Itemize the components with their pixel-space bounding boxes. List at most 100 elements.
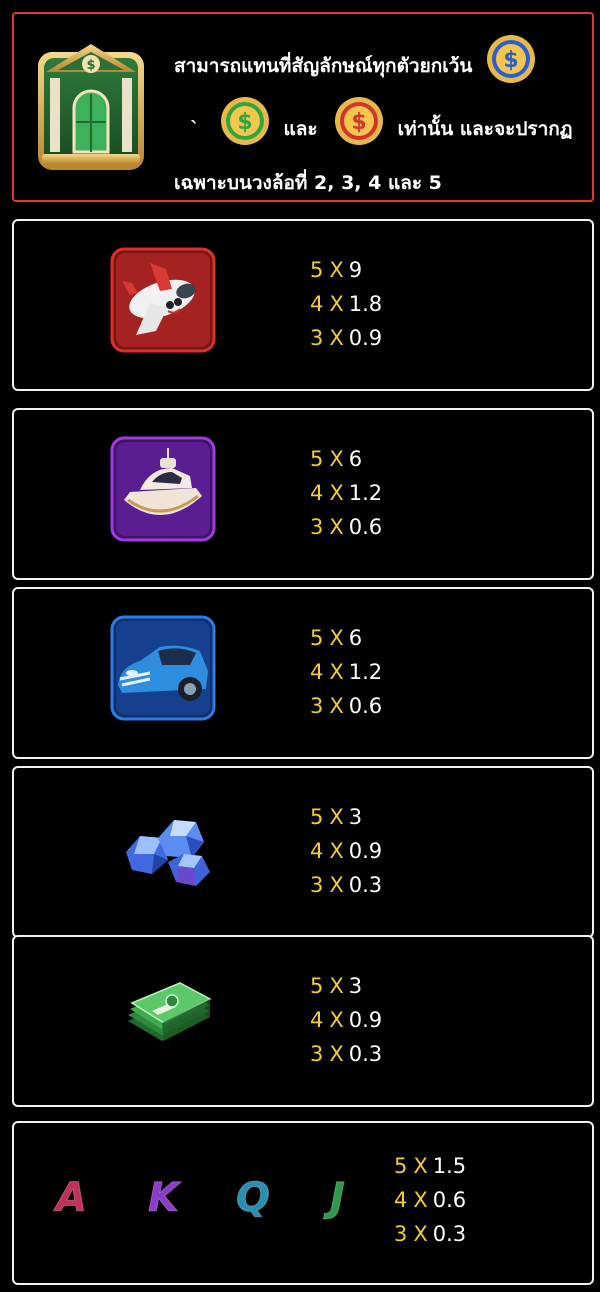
multiply-sign: X bbox=[329, 839, 344, 863]
payout-value: 0.3 bbox=[348, 873, 383, 897]
match-count: 5 bbox=[310, 447, 324, 471]
wild-symbol-panel: $ สามารถแทนที่สัญลักษณ์ทุกตัวยกเว้น $ ` … bbox=[12, 12, 594, 202]
payout-list: 5X6 4 X 1.2 3 X 0.6 bbox=[310, 621, 382, 723]
match-count: 3 bbox=[310, 326, 324, 350]
multiply-sign: X bbox=[413, 1188, 428, 1212]
match-count: 4 bbox=[310, 660, 324, 684]
multiply-sign: X bbox=[329, 1042, 344, 1066]
cash-stack-icon bbox=[128, 982, 212, 1041]
payout-row: 5X3 bbox=[310, 969, 382, 1003]
multiply-sign: X bbox=[329, 515, 344, 539]
blue-dollar-coin-icon: $ bbox=[487, 35, 536, 83]
payout-value: 0.6 bbox=[348, 515, 383, 539]
payout-value: 1.2 bbox=[348, 481, 383, 505]
match-count: 3 bbox=[310, 694, 324, 718]
svg-text:$: $ bbox=[351, 110, 366, 135]
letter-q-symbol: Q bbox=[235, 1175, 271, 1222]
payout-value: 0.9 bbox=[348, 326, 383, 350]
payout-row: 3 X 0.3 bbox=[310, 1037, 382, 1071]
svg-text:$: $ bbox=[504, 48, 519, 73]
paytable-row-sports-car: 5X6 4 X 1.2 3 X 0.6 bbox=[12, 587, 594, 759]
payout-value: 3 bbox=[348, 974, 363, 998]
wild-desc-line1: สามารถแทนที่สัญลักษณ์ทุกตัวยกเว้น bbox=[174, 54, 473, 77]
multiply-sign: X bbox=[329, 660, 344, 684]
payout-row: 5X6 bbox=[310, 621, 382, 655]
payout-row: 3 X 0.3 bbox=[394, 1217, 466, 1251]
wild-desc-line2-suffix: เท่านั้น และจะปรากฏ bbox=[397, 117, 573, 140]
paytable-row-diamonds: 5X3 4 X 0.9 3 X 0.3 bbox=[12, 766, 594, 938]
payout-row: 5X6 bbox=[310, 442, 382, 476]
payout-list: 5 X 1.5 4 X 0.6 3 X 0.3 bbox=[394, 1149, 466, 1251]
paytable-row-letters: A K Q J 5 X 1.5 4 X 0.6 3 X 0.3 bbox=[12, 1121, 594, 1285]
payout-value: 0.3 bbox=[432, 1222, 467, 1246]
payout-row: 5X9 bbox=[310, 253, 382, 287]
match-count: 4 bbox=[310, 292, 324, 316]
multiply-sign: X bbox=[329, 974, 344, 998]
wild-desc-line3: เฉพาะบนวงล้อที่ 2, 3, 4 และ 5 bbox=[174, 172, 442, 194]
payout-row: 4 X 1.8 bbox=[310, 287, 382, 321]
payout-row: 4 X 1.2 bbox=[310, 476, 382, 510]
payout-value: 6 bbox=[348, 447, 363, 471]
payout-value: 0.6 bbox=[348, 694, 383, 718]
match-count: 3 bbox=[394, 1222, 408, 1246]
payout-row: 4 X 1.2 bbox=[310, 655, 382, 689]
match-count: 3 bbox=[310, 515, 324, 539]
payout-row: 3 X 0.9 bbox=[310, 321, 382, 355]
multiply-sign: X bbox=[329, 694, 344, 718]
payout-value: 1.5 bbox=[432, 1154, 467, 1178]
payout-value: 1.8 bbox=[348, 292, 383, 316]
payout-row: 4 X 0.9 bbox=[310, 834, 382, 868]
letter-k-symbol: K bbox=[148, 1175, 180, 1222]
bank-wild-icon: $ bbox=[38, 44, 144, 170]
multiply-sign: X bbox=[329, 292, 344, 316]
paytable-row-airplane: 5X9 4 X 1.8 3 X 0.9 bbox=[12, 219, 594, 391]
sports-car-icon bbox=[110, 615, 216, 721]
multiply-sign: X bbox=[329, 805, 344, 829]
payout-list: 5X3 4 X 0.9 3 X 0.3 bbox=[310, 800, 382, 902]
wild-desc-line2-prefix: ` bbox=[190, 117, 200, 140]
payout-row: 3 X 0.6 bbox=[310, 689, 382, 723]
letter-j-symbol: J bbox=[330, 1175, 346, 1222]
match-count: 4 bbox=[394, 1188, 408, 1212]
payout-list: 5X6 4 X 1.2 3 X 0.6 bbox=[310, 442, 382, 544]
payout-row: 4 X 0.6 bbox=[394, 1183, 466, 1217]
multiply-sign: X bbox=[329, 626, 344, 650]
match-count: 5 bbox=[394, 1154, 408, 1178]
multiply-sign: X bbox=[329, 1008, 344, 1032]
match-count: 5 bbox=[310, 805, 324, 829]
multiply-sign: X bbox=[413, 1222, 428, 1246]
match-count: 3 bbox=[310, 1042, 324, 1066]
red-dollar-coin-icon: $ bbox=[334, 97, 383, 145]
payout-value: 1.2 bbox=[348, 660, 383, 684]
svg-text:$: $ bbox=[86, 58, 95, 73]
green-dollar-coin-icon: $ bbox=[220, 97, 269, 145]
payout-value: 3 bbox=[348, 805, 363, 829]
multiply-sign: X bbox=[329, 258, 344, 282]
paytable-row-yacht: 5X6 4 X 1.2 3 X 0.6 bbox=[12, 408, 594, 580]
match-count: 5 bbox=[310, 974, 324, 998]
payout-list: 5X9 4 X 1.8 3 X 0.9 bbox=[310, 253, 382, 355]
payout-row: 5 X 1.5 bbox=[394, 1149, 466, 1183]
payout-value: 6 bbox=[348, 626, 363, 650]
svg-text:$: $ bbox=[237, 110, 252, 135]
payout-list: 5X3 4 X 0.9 3 X 0.3 bbox=[310, 969, 382, 1071]
multiply-sign: X bbox=[329, 481, 344, 505]
payout-value: 0.9 bbox=[348, 839, 383, 863]
paytable-row-cash: 5X3 4 X 0.9 3 X 0.3 bbox=[12, 935, 594, 1107]
match-count: 5 bbox=[310, 626, 324, 650]
payout-row: 3 X 0.3 bbox=[310, 868, 382, 902]
airplane-icon bbox=[110, 247, 216, 353]
letter-a-symbol: A bbox=[56, 1175, 88, 1222]
payout-row: 3 X 0.6 bbox=[310, 510, 382, 544]
yacht-icon bbox=[110, 436, 216, 542]
match-count: 4 bbox=[310, 839, 324, 863]
match-count: 3 bbox=[310, 873, 324, 897]
payout-value: 0.9 bbox=[348, 1008, 383, 1032]
multiply-sign: X bbox=[329, 873, 344, 897]
multiply-sign: X bbox=[329, 447, 344, 471]
payout-value: 9 bbox=[348, 258, 363, 282]
match-count: 5 bbox=[310, 258, 324, 282]
match-count: 4 bbox=[310, 481, 324, 505]
multiply-sign: X bbox=[413, 1154, 428, 1178]
payout-value: 0.3 bbox=[348, 1042, 383, 1066]
